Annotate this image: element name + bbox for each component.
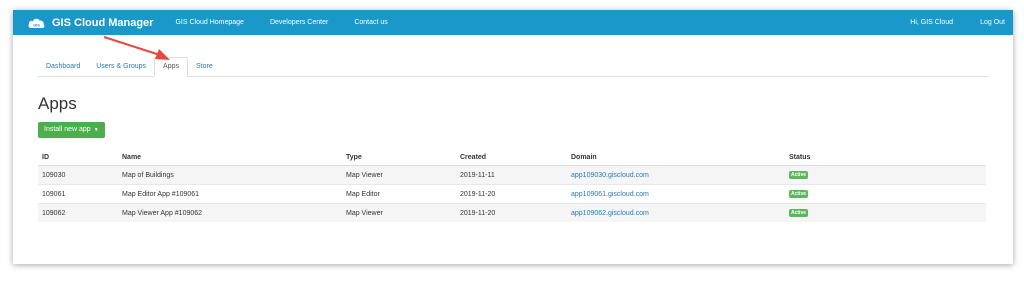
cell-id: 109030	[38, 165, 118, 185]
domain-link[interactable]: app109030.giscloud.com	[571, 172, 649, 179]
logo-text: GIS	[33, 22, 40, 27]
install-new-app-button[interactable]: Install new app ▼	[38, 122, 105, 138]
cell-created: 2019-11-20	[456, 203, 567, 222]
table-row[interactable]: 109062 Map Viewer App #109062 Map Viewer…	[38, 203, 986, 222]
page-title: Apps	[38, 94, 77, 113]
domain-link[interactable]: app109061.giscloud.com	[571, 191, 649, 198]
nav-link-developers[interactable]: Developers Center	[270, 19, 328, 26]
col-name: Name	[118, 149, 342, 166]
nav-right: Hi, GIS Cloud Log Out	[883, 19, 1013, 26]
main-content: Dashboard Users & Groups Apps Store Apps…	[13, 56, 1013, 222]
cell-created: 2019-11-11	[456, 165, 567, 185]
top-navbar: GIS GIS Cloud Manager GIS Cloud Homepage…	[13, 10, 1013, 35]
cloud-logo-icon: GIS	[28, 18, 45, 29]
col-status: Status	[785, 149, 986, 166]
col-type: Type	[342, 149, 456, 166]
cell-created: 2019-11-20	[456, 184, 567, 204]
app-window: GIS GIS Cloud Manager GIS Cloud Homepage…	[13, 10, 1013, 264]
tab-dashboard[interactable]: Dashboard	[38, 58, 88, 76]
brand-title: GIS Cloud Manager	[52, 16, 154, 29]
cell-type: Map Viewer	[342, 165, 456, 185]
status-badge: Active	[789, 171, 809, 179]
tab-users-groups[interactable]: Users & Groups	[88, 58, 154, 76]
apps-table: ID Name Type Created Domain Status 10903…	[38, 149, 986, 222]
logout-link[interactable]: Log Out	[980, 19, 1005, 26]
table-row[interactable]: 109030 Map of Buildings Map Viewer 2019-…	[38, 165, 986, 185]
table-header-row: ID Name Type Created Domain Status	[38, 149, 986, 166]
cell-name: Map of Buildings	[118, 165, 342, 185]
tab-store[interactable]: Store	[188, 58, 221, 76]
nav-link-contact[interactable]: Contact us	[354, 19, 387, 26]
caret-down-icon: ▼	[93, 127, 99, 133]
col-created: Created	[456, 149, 567, 166]
status-badge: Active	[789, 190, 809, 198]
col-id: ID	[38, 149, 118, 166]
user-greeting[interactable]: Hi, GIS Cloud	[910, 19, 953, 26]
cell-id: 109061	[38, 184, 118, 204]
col-domain: Domain	[567, 149, 785, 166]
cell-type: Map Viewer	[342, 203, 456, 222]
install-button-label: Install new app	[44, 126, 91, 133]
cell-name: Map Editor App #109061	[118, 184, 342, 204]
cell-id: 109062	[38, 203, 118, 222]
tab-apps[interactable]: Apps	[154, 57, 189, 77]
brand[interactable]: GIS GIS Cloud Manager	[27, 15, 153, 30]
cell-type: Map Editor	[342, 184, 456, 204]
nav-link-homepage[interactable]: GIS Cloud Homepage	[175, 19, 243, 26]
domain-link[interactable]: app109062.giscloud.com	[571, 210, 649, 217]
cell-name: Map Viewer App #109062	[118, 203, 342, 222]
tab-bar: Dashboard Users & Groups Apps Store	[38, 56, 988, 77]
table-row[interactable]: 109061 Map Editor App #109061 Map Editor…	[38, 184, 986, 204]
status-badge: Active	[789, 209, 809, 217]
